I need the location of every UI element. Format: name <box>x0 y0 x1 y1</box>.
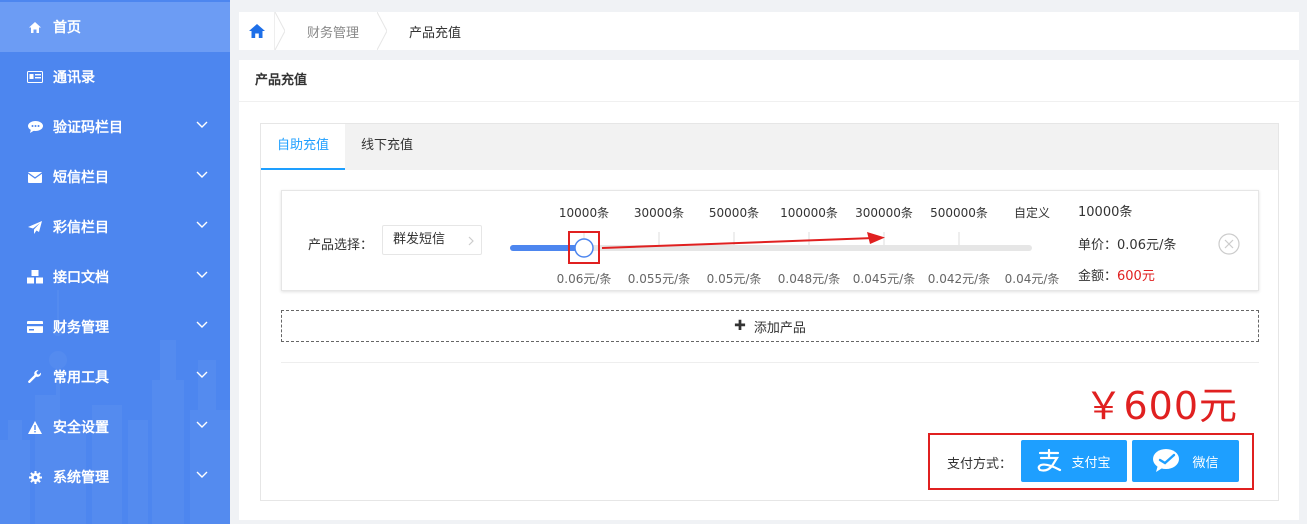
wechat-icon <box>1153 449 1180 472</box>
sidebar-item-label: 彩信栏目 <box>53 220 109 236</box>
tab-self-recharge[interactable]: 自助充值 <box>261 124 346 170</box>
chevron-down-icon <box>196 221 208 228</box>
sidebar-item-captcha[interactable]: 验证码栏目 <box>0 102 230 152</box>
chevron-down-icon <box>196 471 208 478</box>
tier-qty[interactable]: 10000条 <box>559 204 609 221</box>
unit-price: 单价：0.06元/条 <box>1078 234 1176 253</box>
sidebar-item-security[interactable]: 安全设置 <box>0 402 230 452</box>
sidebar-item-label: 安全设置 <box>53 420 109 436</box>
slider-handle[interactable] <box>574 238 594 258</box>
breadcrumb-separator <box>377 12 388 50</box>
tier-price: 0.04元/条 <box>1004 272 1060 286</box>
tier-price: 0.05元/条 <box>706 272 762 286</box>
remove-product-icon[interactable] <box>1218 233 1240 255</box>
tier-qty[interactable]: 500000条 <box>930 204 988 221</box>
home-icon <box>27 20 43 34</box>
sidebar-item-mms[interactable]: 彩信栏目 <box>0 202 230 252</box>
amount-label: 金额： <box>1078 269 1118 284</box>
product-select[interactable]: 群发短信 <box>382 225 482 255</box>
wechat-pay-button[interactable]: 微信 <box>1132 440 1239 482</box>
annotation-arrow-head <box>867 232 885 244</box>
alipay-button[interactable]: 支付宝 <box>1021 440 1127 482</box>
cubes-icon <box>27 270 43 284</box>
sidebar-item-finance[interactable]: 财务管理 <box>0 302 230 352</box>
sidebar: 首页 通讯录 验证码栏目 短信栏目 彩信栏目 接口文档 财务管理 常用工具 安全… <box>0 0 230 524</box>
tab-bar: 自助充值 线下充值 <box>261 124 1278 170</box>
breadcrumb-home[interactable] <box>239 12 275 50</box>
tier-qty[interactable]: 30000条 <box>634 204 684 221</box>
sidebar-item-label: 系统管理 <box>53 470 109 486</box>
sidebar-item-label: 财务管理 <box>53 320 109 336</box>
chevron-down-icon <box>196 271 208 278</box>
tier-price: 0.055元/条 <box>627 272 691 286</box>
alipay-icon <box>1038 449 1062 472</box>
slider-fill <box>510 245 584 251</box>
unit-price-label: 单价： <box>1078 238 1118 253</box>
sidebar-item-label: 接口文档 <box>53 270 109 286</box>
envelope-icon <box>27 170 43 184</box>
sidebar-item-home[interactable]: 首页 <box>0 2 230 52</box>
tab-container: 自助充值 线下充值 产品选择： 群发短信 10000条 30000条 50000… <box>260 123 1279 501</box>
tab-offline-recharge[interactable]: 线下充值 <box>345 124 429 170</box>
sidebar-item-tools[interactable]: 常用工具 <box>0 352 230 402</box>
sidebar-item-label: 验证码栏目 <box>53 120 123 136</box>
product-card: 产品选择： 群发短信 10000条 30000条 50000条 100000条 … <box>281 190 1259 291</box>
divider <box>281 362 1259 363</box>
tier-qty[interactable]: 100000条 <box>780 204 838 221</box>
chevron-down-icon <box>196 371 208 378</box>
payment-methods: 支付方式： 支付宝 微信 <box>928 433 1254 490</box>
chat-bubble-icon <box>27 120 43 134</box>
main-panel: 产品充值 自助充值 线下充值 产品选择： 群发短信 10000条 30000条 … <box>239 60 1299 520</box>
warning-icon <box>27 420 43 434</box>
amount: 金额：600元 <box>1078 265 1155 284</box>
chevron-down-icon <box>196 421 208 428</box>
tier-qty[interactable]: 自定义 <box>1014 204 1050 221</box>
tier-qty[interactable]: 50000条 <box>709 204 759 221</box>
sidebar-item-sms[interactable]: 短信栏目 <box>0 152 230 202</box>
breadcrumb: 财务管理 产品充值 <box>239 12 1299 50</box>
payment-label: 支付方式： <box>947 457 1013 472</box>
quantity-slider[interactable] <box>502 229 1062 265</box>
add-product-label: 添加产品 <box>753 320 806 336</box>
tier-price: 0.042元/条 <box>927 272 991 286</box>
amount-value: 600元 <box>1117 269 1155 284</box>
chevron-right-icon <box>468 236 474 246</box>
sidebar-item-api-docs[interactable]: 接口文档 <box>0 252 230 302</box>
gear-icon <box>27 470 43 484</box>
tier-price: 0.048元/条 <box>777 272 841 286</box>
tier-qty[interactable]: 300000条 <box>855 204 913 221</box>
chevron-down-icon <box>196 171 208 178</box>
alipay-label: 支付宝 <box>1071 455 1111 471</box>
plus-icon: ✚ <box>734 318 746 334</box>
sidebar-item-contacts[interactable]: 通讯录 <box>0 52 230 102</box>
summary-quantity: 10000条 <box>1078 205 1133 220</box>
page-title: 产品充值 <box>239 60 1299 102</box>
contact-card-icon <box>27 70 43 84</box>
product-select-value: 群发短信 <box>393 232 446 247</box>
slider-ticks <box>583 232 960 245</box>
unit-price-value: 0.06元/条 <box>1117 238 1177 253</box>
breadcrumb-separator <box>275 12 285 50</box>
add-product-button[interactable]: ✚ 添加产品 <box>281 310 1259 342</box>
breadcrumb-item-recharge: 产品充值 <box>409 25 462 41</box>
sidebar-item-label: 通讯录 <box>53 70 95 86</box>
chevron-down-icon <box>196 321 208 328</box>
breadcrumb-item-finance[interactable]: 财务管理 <box>285 12 377 50</box>
chevron-down-icon <box>196 121 208 128</box>
credit-card-icon <box>27 320 43 334</box>
sidebar-item-label: 短信栏目 <box>53 170 109 186</box>
tier-price: 0.045元/条 <box>852 272 916 286</box>
wechat-label: 微信 <box>1192 455 1219 471</box>
paper-plane-icon <box>27 220 43 234</box>
tier-price: 0.06元/条 <box>556 272 612 286</box>
total-amount: ￥600元 <box>1084 384 1238 428</box>
sidebar-item-system[interactable]: 系统管理 <box>0 452 230 502</box>
wrench-icon <box>27 370 43 384</box>
sidebar-item-label: 常用工具 <box>53 370 109 386</box>
sidebar-item-label: 首页 <box>53 20 81 36</box>
home-icon <box>248 24 265 38</box>
product-select-label: 产品选择： <box>308 238 374 253</box>
